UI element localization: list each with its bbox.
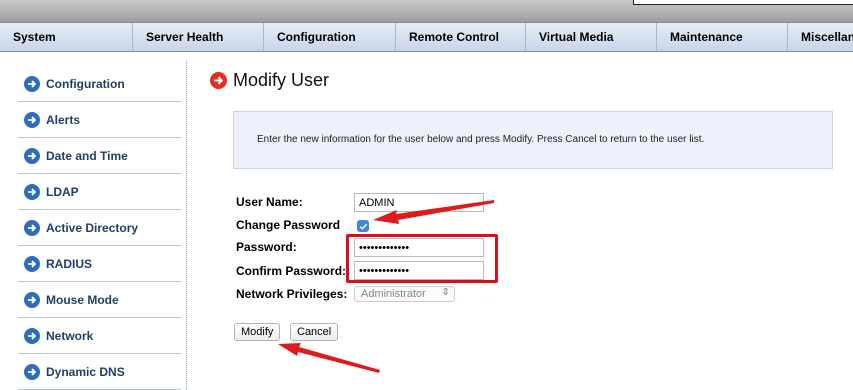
sidebar-item-alerts[interactable]: Alerts [18,103,181,138]
menu-virtual-media[interactable]: Virtual Media [526,23,657,51]
arrow-right-icon [24,292,40,308]
menu-configuration[interactable]: Configuration [264,23,396,51]
info-text: Enter the new information for the user b… [257,134,705,145]
sidebar-item-network[interactable]: Network [18,319,181,354]
sidebar-item-label: Dynamic DNS [46,365,125,379]
arrow-right-icon [24,148,40,164]
sidebar-item-label: LDAP [46,185,79,199]
menu-remote-control[interactable]: Remote Control [396,23,526,51]
user-name-label: User Name: [236,195,303,209]
arrow-right-icon [24,364,40,380]
sidebar-item-date-and-time[interactable]: Date and Time [18,139,181,174]
annotation-arrow-modify [278,343,380,373]
network-privileges-select[interactable]: Administrator ⇕ [354,286,455,302]
network-privileges-value: Administrator [361,288,426,300]
change-password-label: Change Password [236,218,341,232]
arrow-right-icon [24,76,40,92]
change-password-checkbox[interactable] [357,220,369,232]
sidebar-item-dynamic-dns[interactable]: Dynamic DNS [18,355,181,390]
main-menu: System Server Health Configuration Remot… [0,22,853,52]
cancel-button[interactable]: Cancel [290,323,339,341]
sidebar-item-label: Network [46,329,94,343]
password-label: Password: [236,240,297,254]
checkmark-icon [359,223,367,230]
sidebar-item-label: Date and Time [46,149,128,163]
network-privileges-label: Network Privileges: [236,287,348,301]
sidebar-item-label: Alerts [46,113,81,127]
arrow-right-icon [24,220,40,236]
updown-chevron-icon: ⇕ [441,287,450,298]
sidebar-item-radius[interactable]: RADIUS [18,247,181,282]
sidebar-item-active-directory[interactable]: Active Directory [18,211,181,246]
banner-box [633,0,853,5]
menu-server-health[interactable]: Server Health [133,23,264,51]
page-heading: Modify User [210,70,329,91]
info-box: Enter the new information for the user b… [233,111,833,169]
sidebar-item-label: Configuration [46,77,125,91]
menu-system[interactable]: System [0,23,133,51]
arrow-right-icon [24,256,40,272]
arrow-right-icon [24,184,40,200]
arrow-right-icon [24,328,40,344]
page-title: Modify User [233,70,330,90]
modify-button[interactable]: Modify [234,323,281,341]
arrow-right-icon [210,72,227,89]
menu-miscellaneous[interactable]: Miscellan [788,23,853,51]
sidebar-item-label: RADIUS [46,257,93,271]
menu-maintenance[interactable]: Maintenance [657,23,788,51]
sidebar-item-mouse-mode[interactable]: Mouse Mode [18,283,181,318]
sidebar-item-ldap[interactable]: LDAP [18,175,181,210]
sidebar-item-configuration[interactable]: Configuration [18,67,181,102]
sidebar: Configuration Alerts Date and Time LDAP … [0,61,187,390]
confirm-password-label: Confirm Password: [236,264,347,278]
sidebar-item-label: Active Directory [46,221,139,235]
user-name-field[interactable] [354,193,484,212]
highlight-box [346,234,498,283]
sidebar-item-label: Mouse Mode [46,293,119,307]
arrow-right-icon [24,112,40,128]
